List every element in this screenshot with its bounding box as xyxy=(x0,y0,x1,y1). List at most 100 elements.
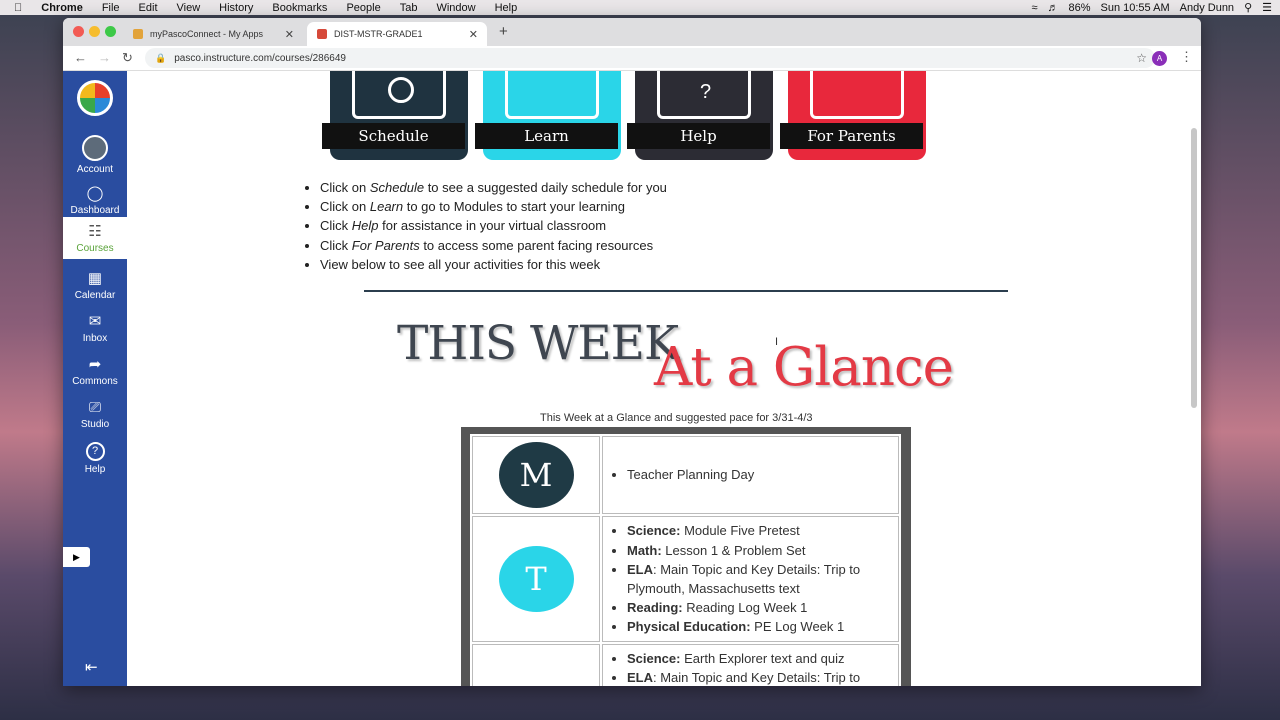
activities-cell: Teacher Planning Day xyxy=(602,436,899,514)
close-window-button[interactable] xyxy=(73,26,84,37)
user-name[interactable]: Andy Dunn xyxy=(1180,2,1234,14)
nav-label: Studio xyxy=(80,419,110,430)
menu-view[interactable]: View xyxy=(177,2,201,14)
card-label: Schedule xyxy=(322,123,465,149)
forward-icon[interactable]: → xyxy=(98,50,111,65)
rocket-icon xyxy=(505,71,599,119)
zoom-window-button[interactable] xyxy=(105,26,116,37)
menu-help[interactable]: Help xyxy=(495,2,518,14)
collapse-nav-icon[interactable]: ⇤ xyxy=(85,658,98,676)
tab-title: DIST-MSTR-GRADE1 xyxy=(334,29,423,39)
tab-favicon-icon xyxy=(133,29,143,39)
table-caption: This Week at a Glance and suggested pace… xyxy=(540,412,813,424)
lock-icon: 🔒 xyxy=(155,52,167,63)
address-bar[interactable]: 🔒 pasco.instructure.com/courses/286649 ☆ xyxy=(145,48,1155,68)
nav-courses[interactable]: ☷ Courses xyxy=(63,217,127,259)
table-row: M Teacher Planning Day xyxy=(472,436,899,514)
text-cursor-icon: I xyxy=(775,336,779,348)
menu-file[interactable]: File xyxy=(102,2,120,14)
learn-card[interactable]: Learn xyxy=(475,71,621,160)
battery-percent[interactable]: 86% xyxy=(1068,2,1090,14)
volume-icon[interactable]: ♬ xyxy=(1047,2,1058,14)
activities-cell: Science: Module Five Pretest Math: Lesso… xyxy=(602,516,899,642)
nav-commons[interactable]: ➦ Commons xyxy=(63,356,127,387)
help-icon: ? xyxy=(85,442,105,461)
menu-people[interactable]: People xyxy=(346,2,380,14)
school-logo[interactable] xyxy=(77,80,113,116)
menu-chrome[interactable]: Chrome xyxy=(41,2,83,14)
list-item: Click on Schedule to see a suggested dai… xyxy=(320,178,667,197)
menu-history[interactable]: History xyxy=(219,2,253,14)
activity-item: Physical Education: PE Log Week 1 xyxy=(627,617,898,636)
list-item: Click on Learn to go to Modules to start… xyxy=(320,197,667,216)
spotlight-icon[interactable]: ⚲ xyxy=(1244,1,1252,14)
for-parents-card[interactable]: For Parents xyxy=(780,71,926,160)
list-item: Click For Parents to access some parent … xyxy=(320,236,667,255)
profile-avatar[interactable]: A xyxy=(1152,51,1167,66)
nav-label: Dashboard xyxy=(70,205,120,216)
tab-dist-mstr-grade1[interactable]: DIST-MSTR-GRADE1 ✕ xyxy=(307,22,487,46)
nav-label: Account xyxy=(76,164,114,175)
minimize-window-button[interactable] xyxy=(89,26,100,37)
back-icon[interactable]: ← xyxy=(74,50,87,65)
checkmark-icon xyxy=(352,71,446,119)
nav-label: Inbox xyxy=(82,333,108,344)
activity-item: Science: Earth Explorer text and quiz xyxy=(627,649,898,668)
table-row: T Science: Module Five Pretest Math: Les… xyxy=(472,516,899,642)
card-label: Help xyxy=(627,123,770,149)
activity-item: Teacher Planning Day xyxy=(627,465,898,484)
day-cell: M xyxy=(472,436,600,514)
help-card[interactable]: ? Help xyxy=(627,71,773,160)
menu-bookmarks[interactable]: Bookmarks xyxy=(272,2,327,14)
nav-label: Courses xyxy=(76,243,114,254)
studio-icon: ⎚ xyxy=(88,399,101,416)
chrome-menu-icon[interactable]: ⋮ xyxy=(1180,49,1193,65)
day-letter-badge: M xyxy=(498,442,574,508)
reload-icon[interactable]: ↻ xyxy=(122,50,133,66)
new-tab-button[interactable]: + xyxy=(499,23,508,40)
browser-toolbar: ← → ↻ 🔒 pasco.instructure.com/courses/28… xyxy=(63,46,1201,71)
schedule-table: M Teacher Planning Day T Science: Module… xyxy=(470,434,901,686)
list-item: Click Help for assistance in your virtua… xyxy=(320,216,667,235)
divider xyxy=(364,290,1008,292)
account-avatar-icon xyxy=(82,135,108,161)
nav-label: Calendar xyxy=(74,290,116,301)
nav-account[interactable]: Account xyxy=(63,135,127,175)
nav-inbox[interactable]: ✉ Inbox xyxy=(63,313,127,344)
tab-my-apps[interactable]: myPascoConnect - My Apps ✕ xyxy=(123,22,303,46)
play-button[interactable]: ▶ xyxy=(63,547,90,567)
apple-icon[interactable]:  xyxy=(14,2,22,14)
close-tab-icon[interactable]: ✕ xyxy=(285,28,294,41)
menu-tab[interactable]: Tab xyxy=(400,2,418,14)
day-cell: T xyxy=(472,516,600,642)
menu-edit[interactable]: Edit xyxy=(139,2,158,14)
day-cell xyxy=(472,644,600,686)
macos-menu-bar:  Chrome File Edit View History Bookmark… xyxy=(0,0,1280,15)
tab-bar: myPascoConnect - My Apps ✕ DIST-MSTR-GRA… xyxy=(63,18,1201,46)
nav-dashboard[interactable]: ◯ Dashboard xyxy=(63,185,127,216)
nav-help[interactable]: ? Help xyxy=(63,442,127,475)
control-center-icon[interactable]: ☰ xyxy=(1262,1,1272,14)
this-week-heading: THIS WEEK xyxy=(397,316,679,371)
page-scrollbar[interactable] xyxy=(1191,128,1197,408)
close-tab-icon[interactable]: ✕ xyxy=(469,28,478,41)
activity-item: Reading: Reading Log Week 1 xyxy=(627,598,898,617)
wifi-icon[interactable]: ≈ xyxy=(1031,2,1037,14)
nav-label: Help xyxy=(84,464,106,475)
card-label: For Parents xyxy=(780,123,923,149)
question-bubble-icon: ? xyxy=(657,71,751,119)
schedule-card[interactable]: Schedule xyxy=(322,71,468,160)
nav-studio[interactable]: ⎚ Studio xyxy=(63,399,127,430)
nav-calendar[interactable]: ▦ Calendar xyxy=(63,270,127,301)
activity-item: Math: Lesson 1 & Problem Set xyxy=(627,541,898,560)
menu-window[interactable]: Window xyxy=(436,2,475,14)
canvas-global-nav: Account ◯ Dashboard ☷ Courses ▦ Calendar… xyxy=(63,71,127,686)
dashboard-icon: ◯ xyxy=(86,185,104,202)
card-label: Learn xyxy=(475,123,618,149)
tab-favicon-icon xyxy=(317,29,327,39)
browser-window: myPascoConnect - My Apps ✕ DIST-MSTR-GRA… xyxy=(63,18,1201,686)
courses-icon: ☷ xyxy=(88,223,102,240)
clock[interactable]: Sun 10:55 AM xyxy=(1101,2,1170,14)
inbox-icon: ✉ xyxy=(88,313,102,330)
bookmark-star-icon[interactable]: ☆ xyxy=(1136,51,1147,65)
